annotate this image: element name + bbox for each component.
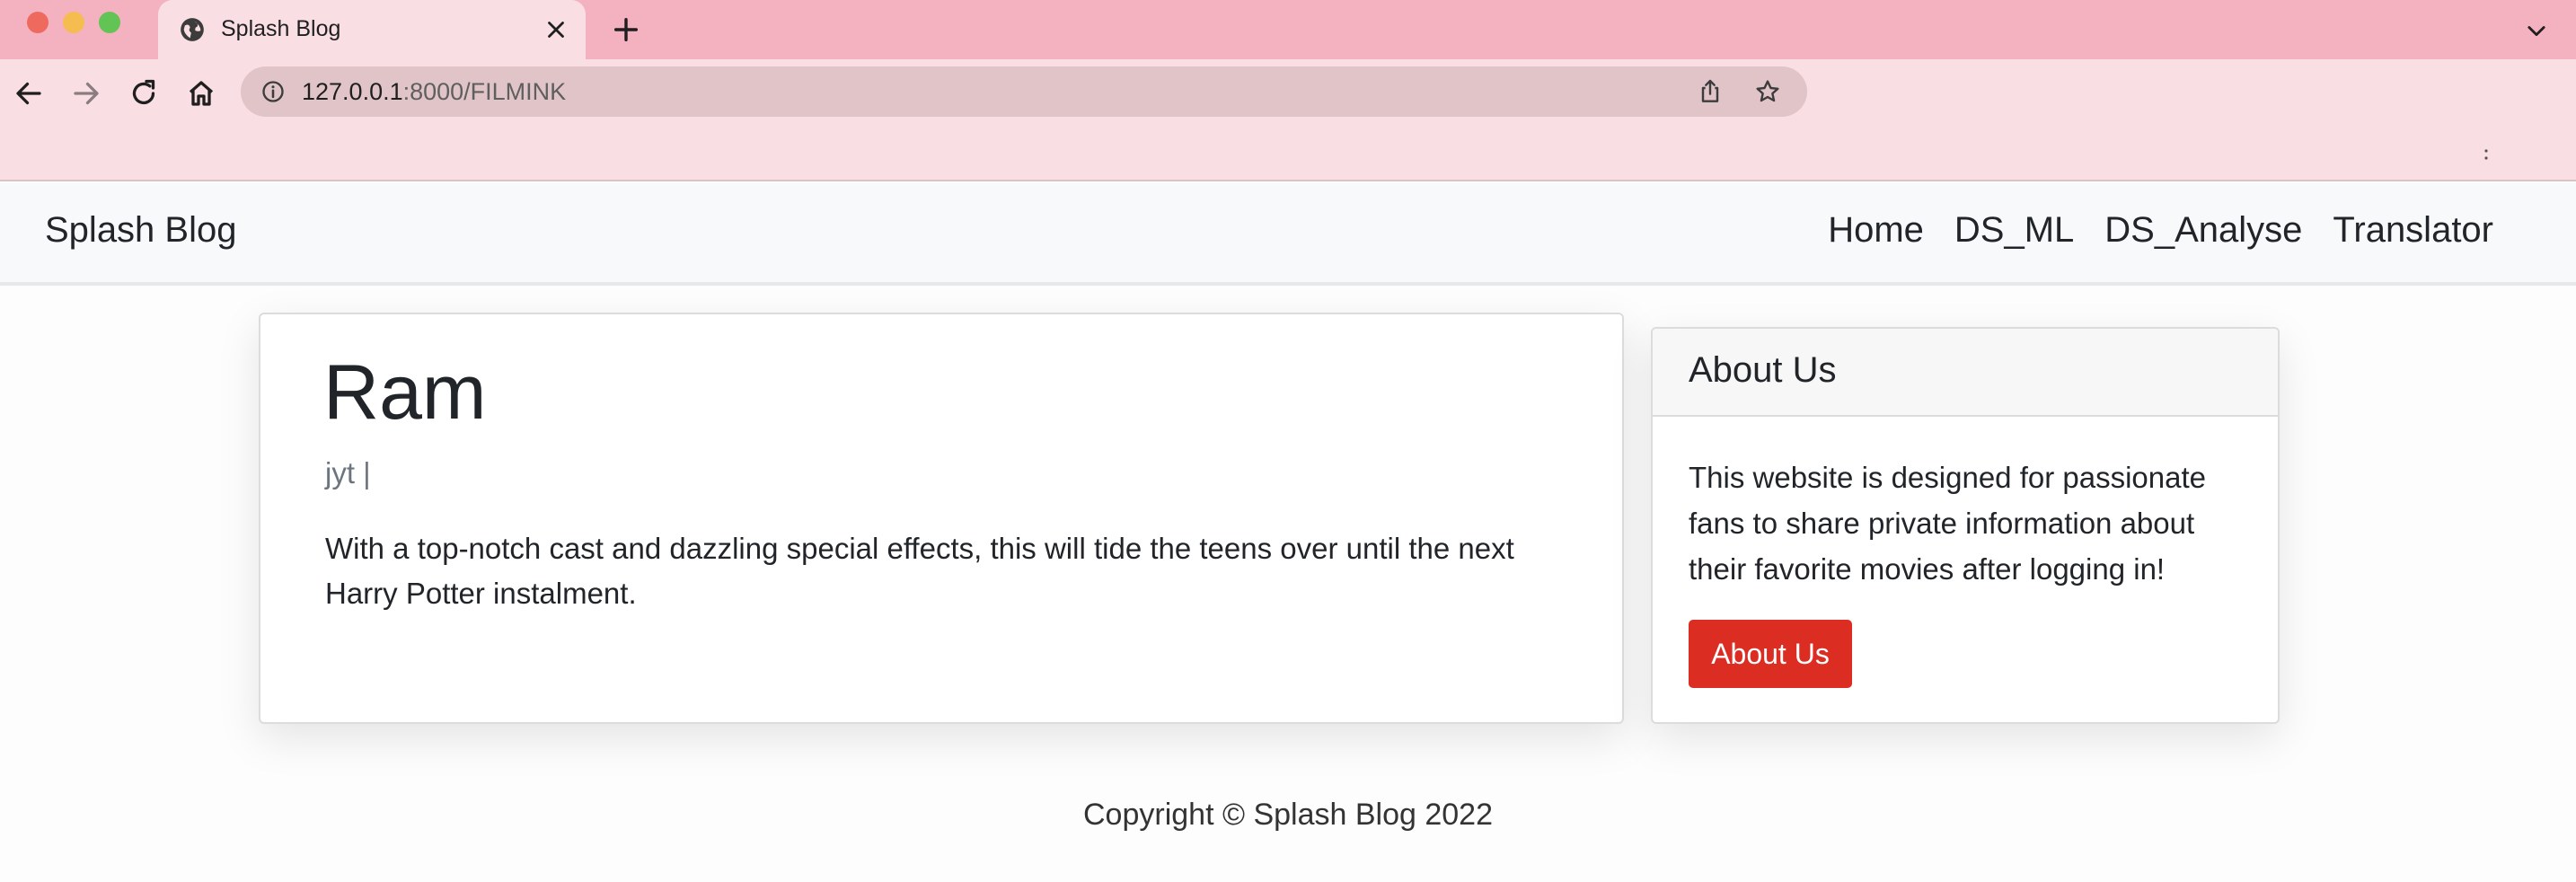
home-icon[interactable] <box>185 77 217 110</box>
bookmark-star-icon[interactable] <box>1753 77 1782 106</box>
close-tab-icon[interactable] <box>543 16 569 43</box>
forward-arrow-icon[interactable] <box>70 77 102 110</box>
nav-link-translator[interactable]: Translator <box>2333 210 2493 251</box>
url-host: 127.0.0.1 <box>302 78 403 105</box>
site-navbar: Splash Blog Home DS_ML DS_Analyse Transl… <box>0 183 2576 286</box>
browser-toolbar: 127.0.0.1:8000/FILMINK <box>0 59 2576 181</box>
post-meta: jyt | <box>325 456 371 490</box>
share-icon[interactable] <box>1696 77 1725 106</box>
nav-link-ds-ml[interactable]: DS_ML <box>1954 210 2074 251</box>
post-body: With a top-notch cast and dazzling speci… <box>325 532 1514 610</box>
extension-dots-icon[interactable] <box>2483 147 2490 162</box>
maximize-window-button[interactable] <box>99 12 120 33</box>
brand-link[interactable]: Splash Blog <box>45 210 236 251</box>
new-tab-icon[interactable] <box>611 14 641 45</box>
about-us-card: About Us This website is designed for pa… <box>1651 327 2280 724</box>
post-title: Ram <box>323 349 487 436</box>
post-card: Ram jyt | With a top-notch cast and dazz… <box>259 313 1624 724</box>
tab-title: Splash Blog <box>221 16 341 41</box>
nav-link-ds-analyse[interactable]: DS_Analyse <box>2104 210 2302 251</box>
nav-links: Home DS_ML DS_Analyse Translator <box>1828 210 2493 251</box>
globe-icon <box>181 18 204 41</box>
url-path: :8000/FILMINK <box>402 78 567 105</box>
chevron-down-icon[interactable] <box>2524 18 2549 43</box>
url-text[interactable]: 127.0.0.1:8000/FILMINK <box>302 78 566 106</box>
minimize-window-button[interactable] <box>63 12 84 33</box>
back-arrow-icon[interactable] <box>13 77 45 110</box>
about-us-text: This website is designed for passionate … <box>1689 461 2206 586</box>
footer-copyright: Copyright © Splash Blog 2022 <box>1083 798 1493 832</box>
nav-link-home[interactable]: Home <box>1828 210 1924 251</box>
close-window-button[interactable] <box>27 12 49 33</box>
about-us-header: About Us <box>1653 329 2278 417</box>
site-info-icon[interactable] <box>260 79 286 104</box>
reload-icon[interactable] <box>128 77 160 110</box>
browser-tab[interactable]: Splash Blog <box>158 0 586 59</box>
address-bar[interactable]: 127.0.0.1:8000/FILMINK <box>241 66 1807 117</box>
browser-tab-strip: Splash Blog <box>0 0 2576 59</box>
about-us-button[interactable]: About Us <box>1689 620 1852 688</box>
